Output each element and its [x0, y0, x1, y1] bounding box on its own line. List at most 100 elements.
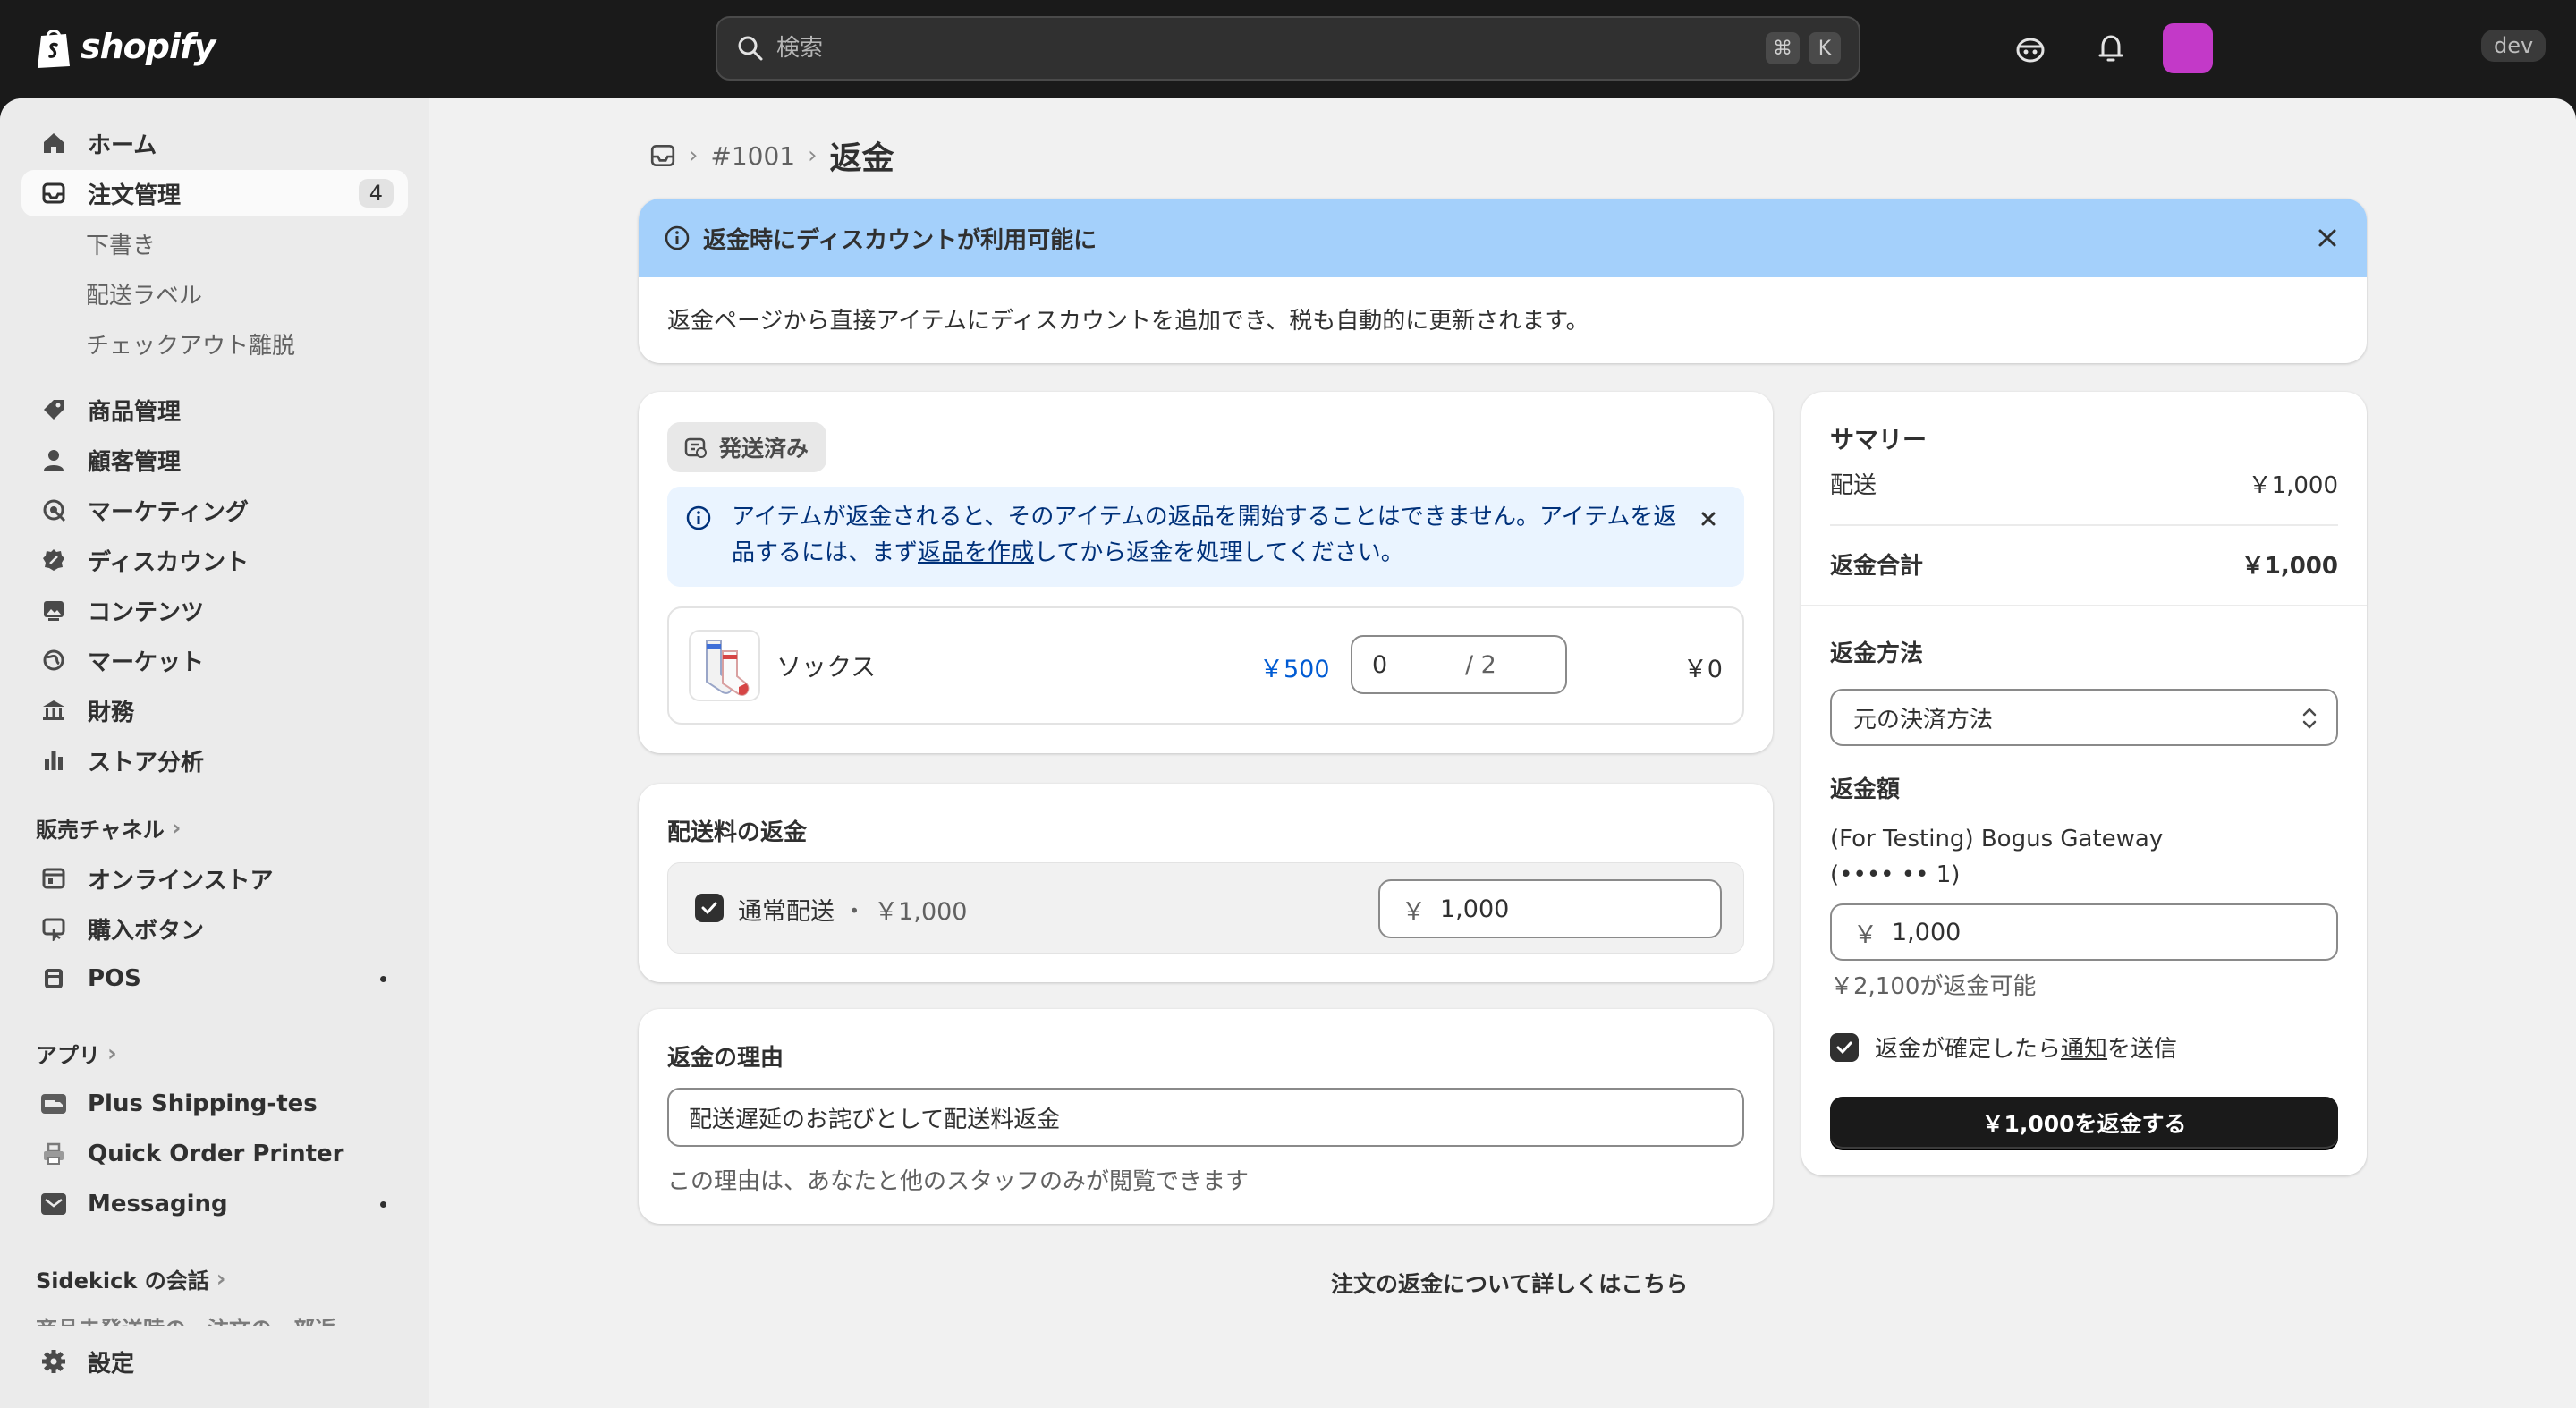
card-title: 返金の理由 — [667, 1045, 784, 1072]
truck-app-icon — [39, 1090, 68, 1118]
sidebar-subitem-abandoned-checkouts[interactable]: チェックアウト離脱 — [86, 327, 295, 360]
sidekick-conversation-preview[interactable]: 商品未発送時の 注文の一部返 — [36, 1311, 336, 1326]
gateway-name: (For Testing) Bogus Gateway — [1830, 826, 2164, 852]
shipping-refund-amount-input[interactable]: ￥ — [1378, 879, 1722, 938]
refund-amount-heading: 返金額 — [1830, 776, 1901, 803]
discount-info-banner: 返金時にディスカウントが利用可能に 返金ページから直接アイテムにディスカウントを… — [639, 199, 2367, 363]
sidebar-item-online-store[interactable]: オンラインストア — [21, 855, 408, 902]
sidebar-item-orders[interactable]: 注文管理 4 — [21, 170, 408, 216]
fulfilled-status-badge: 発送済み — [667, 422, 827, 472]
sidebar-item-marketing[interactable]: マーケティング — [21, 487, 408, 533]
buy-button-icon — [39, 914, 68, 943]
search-bar[interactable]: ⌘ K — [716, 16, 1860, 81]
chevron-right-icon: › — [171, 814, 182, 842]
product-thumbnail — [689, 630, 760, 701]
status-dot — [380, 1201, 386, 1208]
home-icon — [39, 129, 68, 157]
sidebar-item-finance[interactable]: 財務 — [21, 687, 408, 734]
info-icon — [665, 225, 690, 250]
notification-link[interactable]: 通知 — [2061, 1031, 2107, 1064]
line-item-row: ソックス ￥500 / 2 ￥0 — [667, 606, 1744, 725]
globe-icon — [39, 646, 68, 674]
line-total: ￥0 — [1682, 656, 1723, 683]
close-icon[interactable] — [1696, 506, 1721, 531]
notify-text: 返金が確定したら — [1875, 1036, 2062, 1063]
shopify-logo[interactable]: shopify — [34, 23, 216, 70]
divider — [1801, 605, 2367, 606]
socks-image — [706, 640, 750, 696]
banner-header: 返金時にディスカウントが利用可能に — [639, 199, 2367, 277]
status-dot — [380, 976, 386, 982]
sidebar-item-label: ホーム — [88, 131, 157, 159]
sidebar-item-label: 注文管理 — [88, 182, 182, 209]
orders-inbox-icon[interactable] — [649, 142, 676, 169]
shortcut-cmd-key: ⌘ — [1766, 32, 1800, 64]
sidebar-item-plus-shipping[interactable]: Plus Shipping-tes — [21, 1081, 408, 1127]
sales-channels-heading[interactable]: 販売チャネル › — [36, 812, 181, 844]
notify-checkbox[interactable] — [1830, 1032, 1859, 1062]
sidebar-item-settings[interactable]: 設定 — [21, 1338, 408, 1385]
sidebar-subitem-drafts[interactable]: 下書き — [86, 227, 156, 260]
payment-gateway: (For Testing) Bogus Gateway (•••• •• 1) — [1830, 821, 2163, 893]
sidebar-item-buy-button[interactable]: 購入ボタン — [21, 905, 408, 952]
breadcrumb-order-link[interactable]: #1001 — [710, 141, 795, 171]
shipping-amount-field[interactable] — [1440, 895, 1664, 923]
search-input[interactable] — [776, 35, 1757, 62]
sidebar-item-label: 財務 — [88, 699, 135, 726]
shipping-refund-checkbox[interactable] — [695, 894, 724, 922]
sidebar-subitem-shipping-labels[interactable]: 配送ラベル — [86, 277, 202, 310]
refund-method-select[interactable]: 元の決済方法 — [1830, 689, 2338, 746]
chevron-right-icon: › — [808, 142, 818, 169]
store-avatar[interactable] — [2163, 23, 2213, 73]
sidebar-item-label: 商品管理 — [88, 398, 182, 426]
quantity-input[interactable]: / 2 — [1351, 635, 1567, 694]
shipping-label: 配送 — [1830, 472, 1877, 499]
product-price-link[interactable]: ￥500 — [1259, 649, 1330, 684]
fulfillment-icon — [684, 437, 707, 458]
page-title: 返金 — [829, 140, 894, 177]
sidebar-item-messaging[interactable]: Messaging — [21, 1181, 408, 1227]
quantity-field[interactable] — [1372, 650, 1453, 679]
bank-icon — [39, 696, 68, 725]
sidebar-item-label: 設定 — [88, 1350, 135, 1378]
target-icon — [39, 496, 68, 524]
sidekick-conversations-heading[interactable]: Sidekick の会話 › — [36, 1263, 225, 1294]
sidebar-item-content[interactable]: コンテンツ — [21, 587, 408, 633]
environment-badge[interactable]: dev — [2481, 30, 2546, 62]
apps-heading[interactable]: アプリ › — [36, 1038, 117, 1069]
notifications-button[interactable] — [2093, 30, 2129, 66]
close-icon[interactable] — [2313, 224, 2342, 252]
fulfilled-items-card: 発送済み アイテムが返金されると、そのアイテムの返品を開始することはできません。… — [639, 392, 1773, 753]
notify-customer-option[interactable]: 返金が確定したら 通知 を送信 — [1830, 1031, 2177, 1064]
sidebar-item-customers[interactable]: 顧客管理 — [21, 437, 408, 483]
total-value: ￥1,000 — [2241, 553, 2338, 580]
banner-title: 返金時にディスカウントが利用可能に — [703, 226, 1097, 254]
create-return-link[interactable]: 返品を作成 — [918, 539, 1034, 566]
sidebar-item-discounts[interactable]: ディスカウント — [21, 537, 408, 583]
check-icon — [701, 902, 717, 915]
tag-icon — [39, 395, 68, 424]
sidebar-item-label: マーケット — [88, 649, 205, 676]
refund-reason-input[interactable] — [667, 1088, 1744, 1147]
pos-icon — [39, 964, 68, 993]
summary-shipping-row: 配送 ￥1,000 — [1830, 467, 2338, 500]
refund-help-link[interactable]: 注文の返金について詳しくはこちら — [1331, 1267, 1688, 1299]
refund-amount-input[interactable]: ￥ — [1830, 903, 2338, 961]
sidebar-item-analytics[interactable]: ストア分析 — [21, 737, 408, 784]
inbox-icon — [39, 179, 68, 208]
banner-body: 返金ページから直接アイテムにディスカウントを追加でき、税も自動的に更新されます。 — [667, 308, 1589, 335]
return-notice: アイテムが返金されると、そのアイテムの返品を開始することはできません。アイテムを… — [667, 487, 1744, 587]
refund-amount-field[interactable] — [1892, 918, 2230, 946]
sidebar-item-label: 購入ボタン — [88, 917, 205, 945]
sidebar-item-quick-order-printer[interactable]: Quick Order Printer — [21, 1131, 408, 1177]
card-title: 配送料の返金 — [667, 819, 808, 846]
sidebar-item-markets[interactable]: マーケット — [21, 637, 408, 683]
main-shell: ホーム 注文管理 4 下書き 配送ラベル チェックアウト離脱 商品管理 顧客管理… — [0, 98, 2576, 1408]
shipping-refund-card: 配送料の返金 通常配送 ・ ￥1,000 ￥ — [639, 784, 1773, 982]
refund-button[interactable]: ￥1,000を返金する — [1830, 1097, 2338, 1149]
sidebar-item-pos[interactable]: POS — [21, 955, 408, 1002]
sidekick-button[interactable] — [2012, 30, 2048, 66]
sidebar-item-home[interactable]: ホーム — [21, 120, 408, 166]
section-label: Sidekick の会話 — [36, 1268, 209, 1293]
sidebar-item-products[interactable]: 商品管理 — [21, 386, 408, 433]
